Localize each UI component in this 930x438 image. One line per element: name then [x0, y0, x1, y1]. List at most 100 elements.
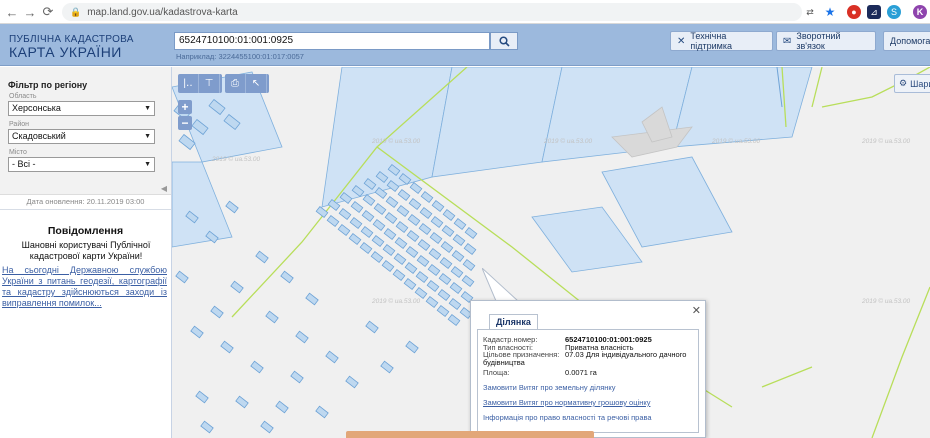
parcel[interactable]: [225, 200, 239, 214]
parcel[interactable]: [397, 189, 411, 201]
reload-icon[interactable]: ⟳: [38, 2, 58, 22]
parcel[interactable]: [210, 305, 224, 319]
print-icon[interactable]: ⎙: [225, 74, 246, 93]
parcel[interactable]: [461, 275, 475, 287]
parcel[interactable]: [350, 201, 364, 213]
notice-link[interactable]: На сьогодні Державною службою України з …: [2, 265, 167, 309]
parcel[interactable]: [405, 246, 419, 258]
parcel[interactable]: [384, 212, 398, 224]
parcel[interactable]: [370, 251, 384, 263]
parcel[interactable]: [452, 234, 466, 246]
parcel[interactable]: [440, 241, 454, 253]
parcel[interactable]: [425, 296, 439, 308]
parcel[interactable]: [429, 232, 443, 244]
parcel[interactable]: [441, 225, 455, 237]
identify-icon[interactable]: ↖: [246, 74, 267, 93]
parcel[interactable]: [265, 310, 279, 324]
parcel[interactable]: [315, 206, 329, 218]
parcel[interactable]: [360, 226, 374, 238]
parcel[interactable]: [404, 262, 418, 274]
parcel[interactable]: [175, 270, 189, 284]
parcel[interactable]: [362, 194, 376, 206]
bookmark-star-icon[interactable]: ★: [823, 5, 837, 19]
oblast-select[interactable]: Херсонська ▼: [8, 101, 155, 116]
cadastral-search-input[interactable]: 6524710100:01:001:0925: [174, 32, 490, 50]
parcel[interactable]: [442, 209, 456, 221]
parcel[interactable]: [305, 292, 319, 306]
parcel[interactable]: [280, 270, 294, 284]
search-button[interactable]: [490, 32, 518, 50]
rayon-select[interactable]: Скадовський ▼: [8, 129, 155, 144]
parcel[interactable]: [453, 218, 467, 230]
parcel[interactable]: [419, 207, 433, 219]
parcel[interactable]: [430, 216, 444, 228]
parcel[interactable]: [416, 255, 430, 267]
parcel[interactable]: [394, 237, 408, 249]
parcel[interactable]: [436, 305, 450, 317]
layers-button[interactable]: ⚙ Шари: [894, 74, 930, 93]
help-button[interactable]: Допомога: [883, 31, 930, 51]
parcel[interactable]: [381, 260, 395, 272]
order-extract-link[interactable]: Замовити Витяг про земельну ділянку: [483, 383, 616, 392]
parcel[interactable]: [255, 250, 269, 264]
parcel[interactable]: [426, 280, 440, 292]
parcel[interactable]: [417, 239, 431, 251]
parcel[interactable]: [396, 205, 410, 217]
parcel[interactable]: [349, 217, 363, 229]
translate-icon[interactable]: ⇄: [803, 5, 817, 19]
parcel[interactable]: [200, 420, 214, 434]
parcel[interactable]: [260, 420, 274, 434]
parcel[interactable]: [447, 314, 461, 326]
parcel[interactable]: [359, 242, 373, 254]
extension-dark-icon[interactable]: ⊿: [867, 5, 881, 19]
collapse-sidebar-icon[interactable]: ◀: [158, 181, 170, 195]
parcel[interactable]: [428, 248, 442, 260]
parcel[interactable]: [345, 375, 359, 389]
parcel[interactable]: [275, 400, 289, 414]
parcel[interactable]: [462, 259, 476, 271]
parcel[interactable]: [348, 233, 362, 245]
parcel[interactable]: [230, 280, 244, 294]
parcel[interactable]: [414, 287, 428, 299]
tab-parcel[interactable]: Ділянка: [489, 314, 538, 329]
parcel[interactable]: [449, 282, 463, 294]
parcel[interactable]: [431, 200, 445, 212]
parcel[interactable]: [325, 350, 339, 364]
parcel[interactable]: [372, 219, 386, 231]
parcel[interactable]: [407, 214, 421, 226]
parcel[interactable]: [427, 264, 441, 276]
extension-red-icon[interactable]: ●: [847, 5, 861, 19]
parcel[interactable]: [403, 278, 417, 290]
parcel[interactable]: [463, 243, 477, 255]
parcel[interactable]: [383, 228, 397, 240]
parcel[interactable]: [420, 191, 434, 203]
parcel[interactable]: [406, 230, 420, 242]
close-icon[interactable]: ✕: [692, 304, 701, 317]
parcel[interactable]: [361, 210, 375, 222]
back-icon[interactable]: ←: [2, 2, 22, 22]
parcel[interactable]: [371, 235, 385, 247]
parcel[interactable]: [337, 224, 351, 236]
parcel[interactable]: [235, 395, 249, 409]
parcel[interactable]: [195, 390, 209, 404]
profile-avatar[interactable]: K: [913, 5, 927, 19]
parcel[interactable]: [250, 360, 264, 374]
zoom-out-button[interactable]: −: [178, 116, 192, 130]
parcel[interactable]: [395, 221, 409, 233]
bottom-banner[interactable]: [346, 431, 594, 438]
parcel[interactable]: [408, 198, 422, 210]
parcel[interactable]: [438, 273, 452, 285]
parcel[interactable]: [439, 257, 453, 269]
parcel[interactable]: [315, 405, 329, 419]
ruler-icon[interactable]: |‥: [178, 74, 199, 93]
parcel[interactable]: [450, 266, 464, 278]
city-select[interactable]: - Всі - ▼: [8, 157, 155, 172]
parcel[interactable]: [365, 320, 379, 334]
parcel[interactable]: [437, 289, 451, 301]
zoom-in-button[interactable]: +: [178, 100, 192, 114]
address-bar[interactable]: 🔒 map.land.gov.ua/kadastrova-karta: [62, 3, 802, 21]
parcel[interactable]: [382, 244, 396, 256]
parcel[interactable]: [380, 360, 394, 374]
forward-icon[interactable]: →: [20, 2, 40, 22]
extension-blue-icon[interactable]: S: [887, 5, 901, 19]
